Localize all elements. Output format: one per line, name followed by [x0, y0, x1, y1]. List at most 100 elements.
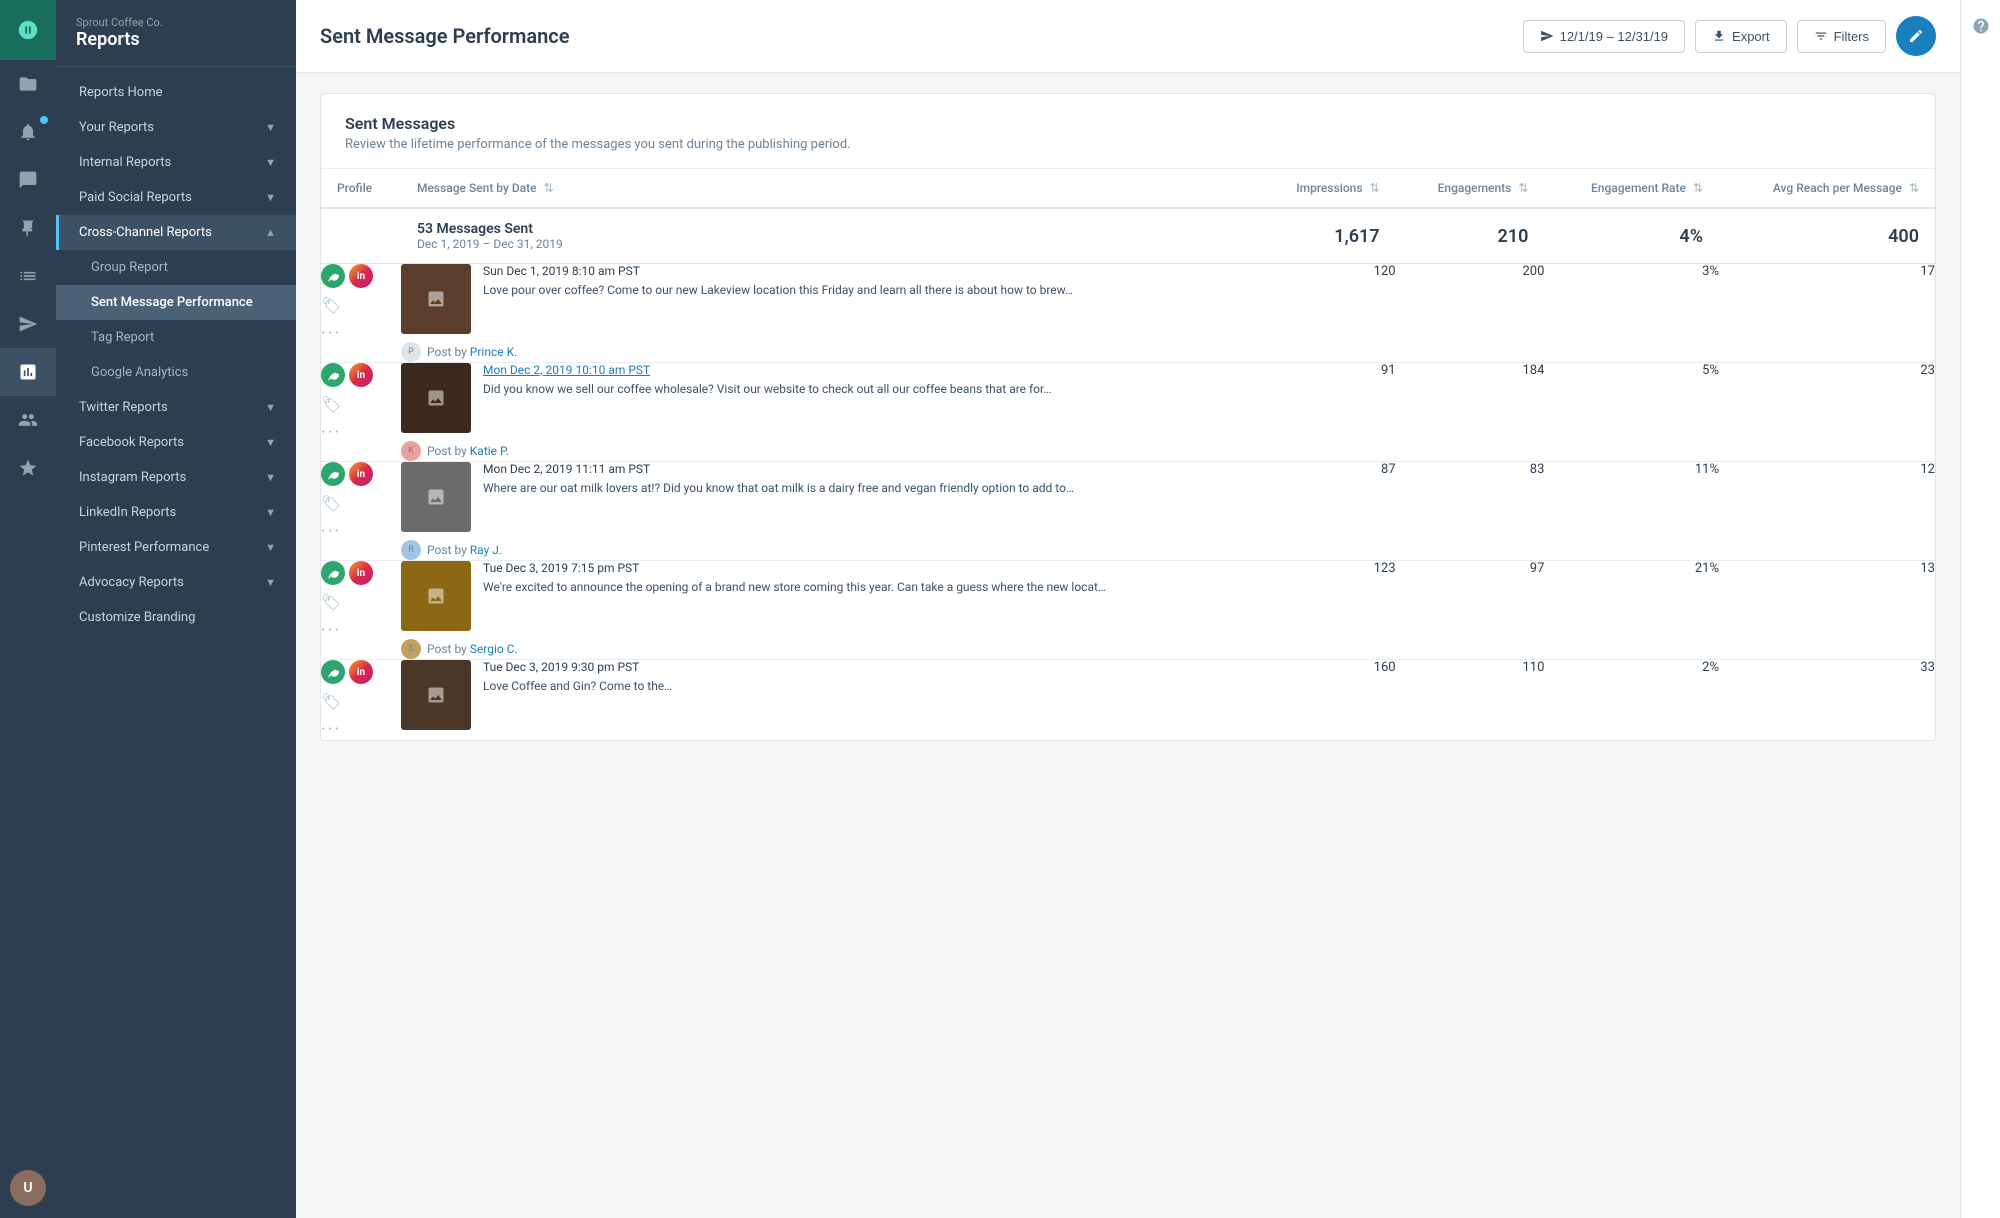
user-avatar[interactable]: U [10, 1170, 46, 1206]
help-icon[interactable] [1963, 8, 1999, 44]
nav-pin-icon[interactable] [0, 204, 56, 252]
table-row: in 🏷 ··· Mon Dec 2, 2019 11 [321, 462, 1935, 561]
sidebar-item-pinterest-performance[interactable]: Pinterest Performance ▼ [56, 530, 296, 565]
avg-reach-stat: 17 [1719, 264, 1935, 363]
nav-star-icon[interactable] [0, 444, 56, 492]
sprout-icon [321, 561, 345, 585]
more-icon[interactable]: ··· [321, 323, 401, 344]
sidebar-item-advocacy-reports[interactable]: Advocacy Reports ▼ [56, 565, 296, 600]
more-icon[interactable]: ··· [321, 521, 401, 542]
report-table: Profile Message Sent by Date ⇅ Impressio… [321, 169, 1935, 740]
nav-send-icon[interactable] [0, 300, 56, 348]
sidebar-item-cross-channel-reports[interactable]: Cross-Channel Reports ▲ [56, 215, 296, 250]
author-link[interactable]: Katie P. [470, 444, 509, 458]
summary-engagement-rate: 4% [1544, 208, 1719, 264]
message-date: Tue Dec 3, 2019 7:15 pm PST [483, 561, 1256, 575]
summary-engagements: 210 [1396, 208, 1545, 264]
instagram-icon: in [349, 561, 373, 585]
chevron-down-icon: ▼ [265, 156, 276, 169]
more-icon[interactable]: ··· [321, 620, 401, 641]
sprout-icon [321, 363, 345, 387]
tag-icon: 🏷 [321, 692, 401, 711]
report-card: Sent Messages Review the lifetime perfor… [320, 93, 1936, 741]
impressions-stat: 160 [1256, 660, 1396, 741]
sidebar-item-internal-reports[interactable]: Internal Reports ▼ [56, 145, 296, 180]
summary-impressions: 1,617 [1256, 208, 1396, 264]
sort-icon: ⇅ [544, 181, 554, 195]
summary-date-range: Dec 1, 2019 – Dec 31, 2019 [417, 237, 1240, 251]
sidebar-item-customize-branding[interactable]: Customize Branding [56, 600, 296, 635]
nav-folder-icon[interactable] [0, 60, 56, 108]
col-avg-reach[interactable]: Avg Reach per Message ⇅ [1719, 169, 1935, 208]
compose-button[interactable] [1896, 16, 1936, 56]
avg-reach-stat: 13 [1719, 561, 1935, 660]
more-icon[interactable]: ··· [321, 422, 401, 443]
table-row: in 🏷 ··· Tue Dec 3, 2019 7: [321, 561, 1935, 660]
sidebar-item-linkedin-reports[interactable]: LinkedIn Reports ▼ [56, 495, 296, 530]
sort-icon: ⇅ [1370, 181, 1380, 195]
filters-button[interactable]: Filters [1797, 20, 1886, 53]
export-button[interactable]: Export [1695, 20, 1787, 53]
author-link[interactable]: Prince K. [470, 345, 518, 359]
col-engagement-rate[interactable]: Engagement Rate ⇅ [1544, 169, 1719, 208]
filter-icon [1814, 29, 1828, 43]
message-author: K Post by Katie P. [401, 441, 1256, 461]
content-area: Sent Messages Review the lifetime perfor… [296, 73, 1960, 1218]
sidebar-item-group-report[interactable]: Group Report [56, 250, 296, 285]
engagements-stat: 97 [1396, 561, 1545, 660]
send-icon [1540, 29, 1554, 43]
engagements-stat: 110 [1396, 660, 1545, 741]
card-description: Review the lifetime performance of the m… [345, 137, 1911, 152]
message-thumbnail [401, 363, 471, 433]
message-author: P Post by Prince K. [401, 342, 1256, 362]
message-date: Sun Dec 1, 2019 8:10 am PST [483, 264, 1256, 278]
sidebar-item-facebook-reports[interactable]: Facebook Reports ▼ [56, 425, 296, 460]
sidebar-nav: Reports Home Your Reports ▼ Internal Rep… [56, 67, 296, 1218]
tag-icon: 🏷 [321, 593, 401, 612]
chevron-down-icon: ▼ [265, 401, 276, 414]
message-text: We're excited to announce the opening of… [483, 579, 1256, 596]
message-author: S Post by Sergio C. [401, 639, 1256, 659]
chevron-down-icon: ▼ [265, 506, 276, 519]
sidebar-item-your-reports[interactable]: Your Reports ▼ [56, 110, 296, 145]
engagement-rate-stat: 2% [1544, 660, 1719, 741]
col-engagements[interactable]: Engagements ⇅ [1396, 169, 1545, 208]
page-title: Sent Message Performance [320, 24, 569, 48]
sidebar-item-reports-home[interactable]: Reports Home [56, 75, 296, 110]
nav-people-icon[interactable] [0, 396, 56, 444]
export-icon [1712, 29, 1726, 43]
tag-icon: 🏷 [321, 395, 401, 414]
instagram-icon: in [349, 660, 373, 684]
sidebar-item-google-analytics[interactable]: Google Analytics [56, 355, 296, 390]
date-range-button[interactable]: 12/1/19 – 12/31/19 [1523, 20, 1685, 53]
col-profile: Profile [321, 169, 401, 208]
nav-chart-icon[interactable] [0, 348, 56, 396]
author-link[interactable]: Ray J. [470, 543, 502, 557]
col-impressions[interactable]: Impressions ⇅ [1256, 169, 1396, 208]
chevron-down-icon: ▼ [265, 471, 276, 484]
nav-list-icon[interactable] [0, 252, 56, 300]
tag-icon: 🏷 [321, 296, 401, 315]
sidebar-item-tag-report[interactable]: Tag Report [56, 320, 296, 355]
engagements-stat: 83 [1396, 462, 1545, 561]
nav-bell-icon[interactable] [0, 108, 56, 156]
chevron-down-icon: ▼ [265, 541, 276, 554]
author-link[interactable]: Sergio C. [470, 642, 518, 656]
author-avatar: P [401, 342, 421, 362]
more-icon[interactable]: ··· [321, 719, 401, 740]
sidebar-item-paid-social-reports[interactable]: Paid Social Reports ▼ [56, 180, 296, 215]
sidebar-item-instagram-reports[interactable]: Instagram Reports ▼ [56, 460, 296, 495]
impressions-stat: 91 [1256, 363, 1396, 462]
table-row: in 🏷 ··· Sun Dec 1, 2019 8: [321, 264, 1935, 363]
sidebar-item-sent-message-performance[interactable]: Sent Message Performance [56, 285, 296, 320]
app-logo[interactable] [0, 0, 56, 60]
icon-rail: U [0, 0, 56, 1218]
sidebar-item-twitter-reports[interactable]: Twitter Reports ▼ [56, 390, 296, 425]
profile-cell: in 🏷 ··· [321, 660, 401, 741]
message-date[interactable]: Mon Dec 2, 2019 10:10 am PST [483, 363, 1256, 377]
message-thumbnail [401, 561, 471, 631]
col-message-date[interactable]: Message Sent by Date ⇅ [401, 169, 1256, 208]
nav-inbox-icon[interactable] [0, 156, 56, 204]
edit-icon [1908, 28, 1924, 44]
chevron-down-icon: ▼ [265, 576, 276, 589]
